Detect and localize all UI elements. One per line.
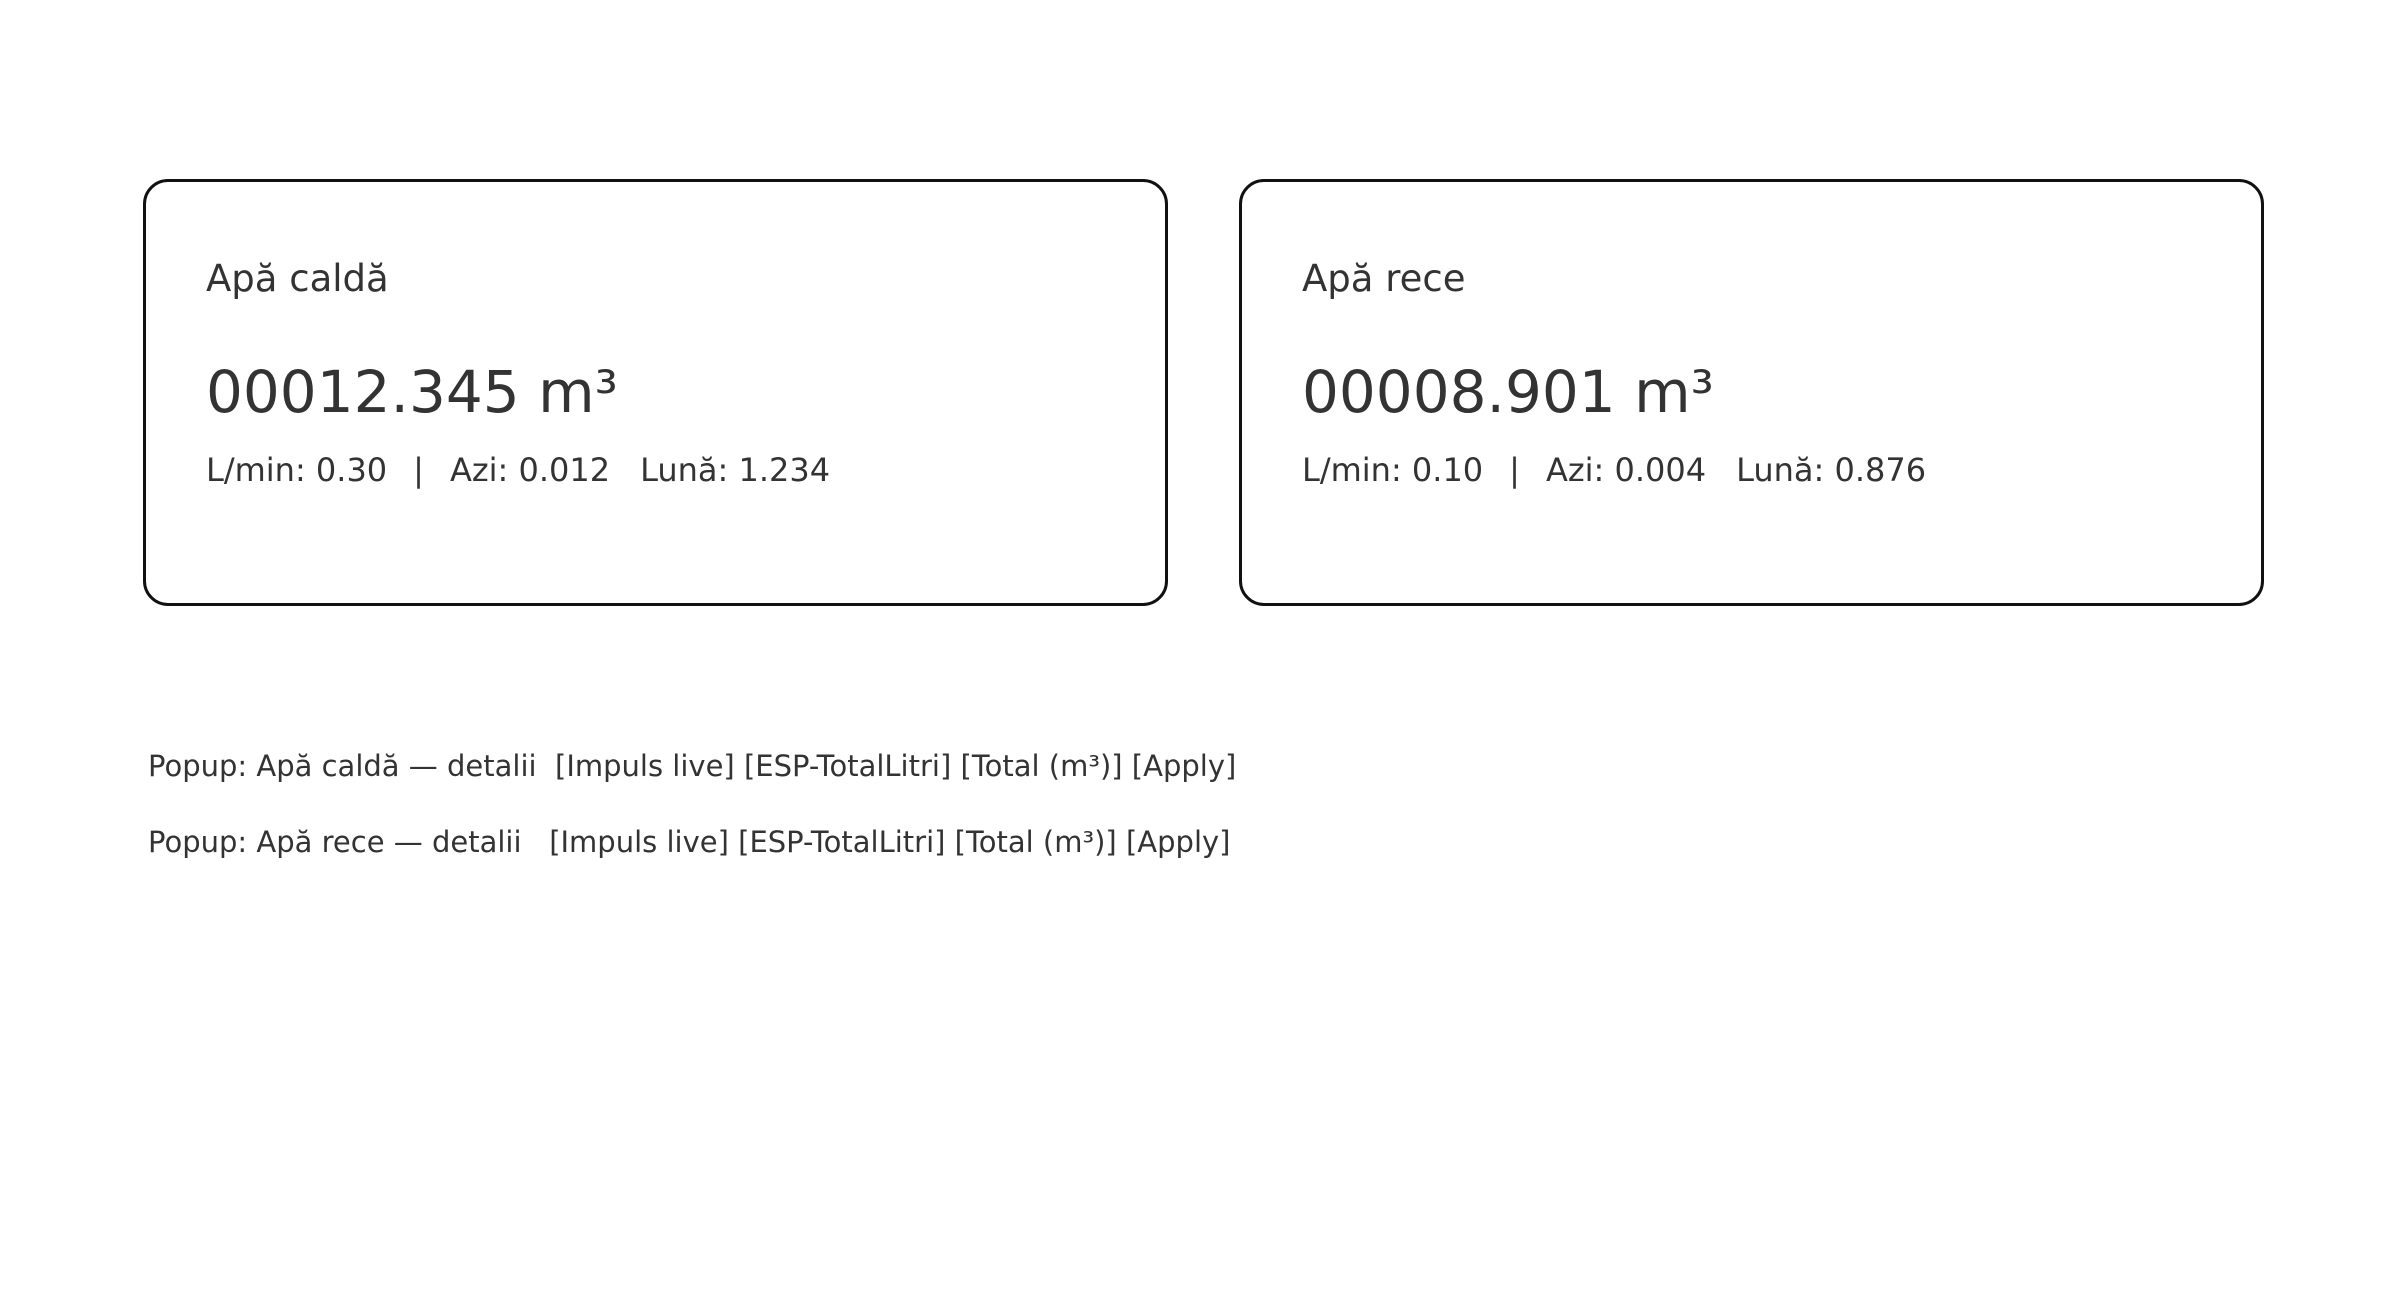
hot-water-card[interactable]: Apă caldă 00012.345 m³ L/min: 0.30 | Azi: … [143,179,1168,606]
hot-water-today: Azi: 0.012 [449,451,611,489]
cold-water-flow: L/min: 0.10 [1302,451,1484,489]
stats-separator: | [1509,451,1520,489]
cold-water-popup-line: Popup: Apă rece — detalii [Impuls live] … [148,824,1230,860]
hot-water-title: Apă caldă [206,257,389,300]
hot-water-popup-line: Popup: Apă caldă — detalii [Impuls live]… [148,748,1236,784]
total-m3-button[interactable]: [Total (m³)] [955,825,1117,859]
cold-water-total: 00008.901 m³ [1302,358,1714,426]
hot-water-stats: L/min: 0.30 | Azi: 0.012 Lună: 1.234 [206,450,830,490]
impuls-live-button[interactable]: [Impuls live] [549,825,729,859]
esp-total-litri-button[interactable]: [ESP-TotalLitri] [738,825,945,859]
cold-water-popup-label: Popup: Apă rece — detalii [148,825,522,859]
hot-water-total: 00012.345 m³ [206,358,618,426]
impuls-live-button[interactable]: [Impuls live] [555,749,735,783]
cold-water-today: Azi: 0.004 [1545,451,1707,489]
cold-water-card[interactable]: Apă rece 00008.901 m³ L/min: 0.10 | Azi: 0… [1239,179,2264,606]
hot-water-popup-label: Popup: Apă caldă — detalii [148,749,537,783]
total-m3-button[interactable]: [Total (m³)] [961,749,1123,783]
hot-water-month: Lună: 1.234 [640,451,831,489]
esp-total-litri-button[interactable]: [ESP-TotalLitri] [744,749,951,783]
cold-water-stats: L/min: 0.10 | Azi: 0.004 Lună: 0.876 [1302,450,1926,490]
apply-button[interactable]: [Apply] [1132,749,1237,783]
cold-water-month: Lună: 0.876 [1736,451,1927,489]
hot-water-flow: L/min: 0.30 [206,451,388,489]
apply-button[interactable]: [Apply] [1126,825,1231,859]
cold-water-title: Apă rece [1302,257,1466,300]
stats-separator: | [413,451,424,489]
